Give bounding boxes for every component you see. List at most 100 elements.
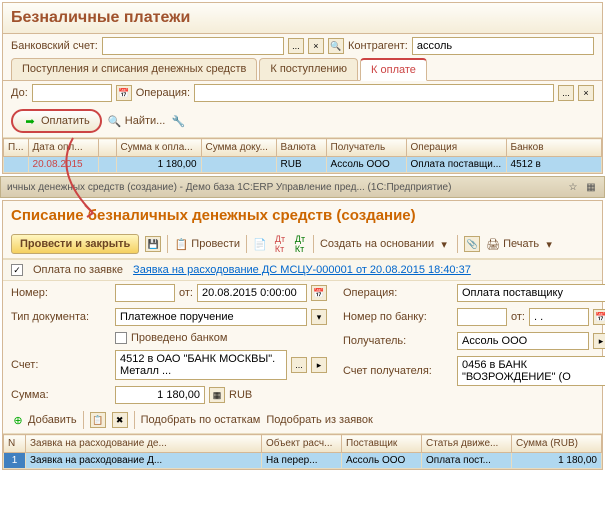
pay-by-request-checkbox[interactable]: ✓ [11,264,23,276]
favorite-icon[interactable]: ☆ [566,180,580,194]
list-icon[interactable]: 📄 [253,237,267,251]
settings-icon[interactable]: 🔧 [171,114,185,128]
tab-to-pay[interactable]: К оплате [360,58,427,81]
account-label: Счет: [11,359,111,371]
bottom-panel: Списание безналичных денежных средств (с… [2,200,603,470]
tab-flows[interactable]: Поступления и списания денежных средств [11,58,257,80]
op-ellipsis[interactable]: ... [558,85,574,101]
bank-clear[interactable]: × [308,38,324,54]
doctype-dropdown[interactable]: ▾ [311,309,327,325]
find-button[interactable]: 🔍 Найти... [108,114,166,128]
op-clear[interactable]: × [578,85,594,101]
bank-account-field[interactable] [102,37,284,55]
bankfrom-field[interactable]: . . [529,308,589,326]
chevron-down-icon: ▾ [437,237,451,251]
bank-ellipsis[interactable]: ... [288,38,304,54]
recipient-open[interactable]: ▸ [593,333,605,349]
recip-account-label: Счет получателя: [343,365,453,377]
recipient-field[interactable]: Ассоль ООО [457,332,589,350]
col-bank[interactable]: Банков [506,139,601,157]
col-recipient[interactable]: Получатель [326,139,406,157]
col-request[interactable]: Заявка на расходование де... [26,435,262,453]
copy-icon[interactable]: 📋 [90,412,106,428]
grid-icon[interactable]: ▦ [584,180,598,194]
bank-account-label: Банковский счет: [11,40,98,52]
bottom-title: Списание безналичных денежных средств (с… [3,201,602,230]
request-link[interactable]: Заявка на расходование ДС МСЦУ-000001 от… [133,264,471,276]
chevron-down-icon: ▾ [542,237,556,251]
arrow-right-icon: ➡ [23,114,37,128]
doctype-field[interactable]: Платежное поручение [115,308,307,326]
col-currency[interactable]: Валюта [276,139,326,157]
counterparty-label: Контрагент: [348,40,408,52]
bankfrom-label: от: [511,311,525,323]
col-operation[interactable]: Операция [406,139,506,157]
operation-field[interactable] [194,84,554,102]
post-icon: 📋 [174,237,188,251]
save-close-button[interactable]: Провести и закрыть [11,234,139,254]
dt-icon[interactable]: ДтКт [273,237,287,251]
table-row[interactable]: 20.08.2015 1 180,00 RUB Ассоль ООО Оплат… [4,157,602,173]
col-p[interactable]: П... [4,139,29,157]
post-button[interactable]: 📋 Провести [174,237,240,251]
table-row[interactable]: 1 Заявка на расходование Д... На перер..… [4,453,602,469]
sum-label: Сумма: [11,389,111,401]
banknum-field[interactable] [457,308,507,326]
number-label: Номер: [11,287,111,299]
operation-field2[interactable]: Оплата поставщику [457,284,605,302]
sum-currency: RUB [229,389,252,401]
pay-by-request-label: Оплата по заявке [33,264,123,276]
operation-label: Операция: [136,87,190,99]
do-field[interactable] [32,84,112,102]
counterparty-field[interactable]: ассоль [412,37,594,55]
create-based-button[interactable]: Создать на основании▾ [320,237,451,251]
tabs: Поступления и списания денежных средств … [3,58,602,81]
doctype-label: Тип документа: [11,311,111,323]
col-article[interactable]: Статья движе... [422,435,512,453]
add-button[interactable]: ⊕ Добавить [11,413,77,427]
calendar-icon[interactable]: 📅 [311,285,327,301]
top-panel: Безналичные платежи Банковский счет: ...… [2,2,603,174]
bank-processed-checkbox[interactable] [115,332,127,344]
pay-button-label: Оплатить [41,115,90,127]
operation-label2: Операция: [343,287,453,299]
pick-remains-button[interactable]: Подобрать по остаткам [141,414,261,426]
col-sum-doc[interactable]: Сумма доку... [201,139,276,157]
add-icon: ⊕ [11,413,25,427]
col-supplier[interactable]: Поставщик [342,435,422,453]
bank-search[interactable]: 🔍 [328,38,344,54]
col-blank[interactable] [98,139,116,157]
account-open[interactable]: ▸ [311,357,327,373]
col-sum[interactable]: Сумма (RUB) [512,435,602,453]
recip-account-field[interactable]: 0456 в БАНК "ВОЗРОЖДЕНИЕ" (О [457,356,605,386]
number-field[interactable] [115,284,175,302]
do-calendar-icon[interactable]: 📅 [116,85,132,101]
delete-icon[interactable]: ✖ [112,412,128,428]
print-button[interactable]: 🖨 Печать▾ [486,237,556,251]
window-title-bar: ичных денежных средств (создание) - Демо… [0,176,605,198]
print-icon: 🖨 [486,237,500,251]
banknum-label: Номер по банку: [343,311,453,323]
do-label: До: [11,87,28,99]
account-field[interactable]: 4512 в ОАО "БАНК МОСКВЫ". Металл ... [115,350,287,380]
col-object[interactable]: Объект расч... [262,435,342,453]
top-title: Безналичные платежи [3,3,602,34]
window-title-text: ичных денежных средств (создание) - Демо… [7,182,451,193]
dt2-icon[interactable]: ДтКт [293,237,307,251]
save-icon[interactable]: 💾 [145,236,161,252]
date-field[interactable]: 20.08.2015 0:00:00 [197,284,307,302]
bankfrom-calendar-icon[interactable]: 📅 [593,309,605,325]
search-icon: 🔍 [108,114,122,128]
pay-button[interactable]: ➡ Оплатить [11,109,102,133]
find-button-label: Найти... [125,115,166,127]
pick-requests-button[interactable]: Подобрать из заявок [266,414,372,426]
col-date[interactable]: Дата опл... [28,139,98,157]
account-ellipsis[interactable]: ... [291,357,307,373]
tab-incoming[interactable]: К поступлению [259,58,358,80]
sum-calc-icon[interactable]: ▦ [209,387,225,403]
col-sum-pay[interactable]: Сумма к опла... [116,139,201,157]
col-n[interactable]: N [4,435,26,453]
attach-icon[interactable]: 📎 [464,236,480,252]
payments-table: П... Дата опл... Сумма к опла... Сумма д… [3,138,602,173]
sum-field[interactable]: 1 180,00 [115,386,205,404]
